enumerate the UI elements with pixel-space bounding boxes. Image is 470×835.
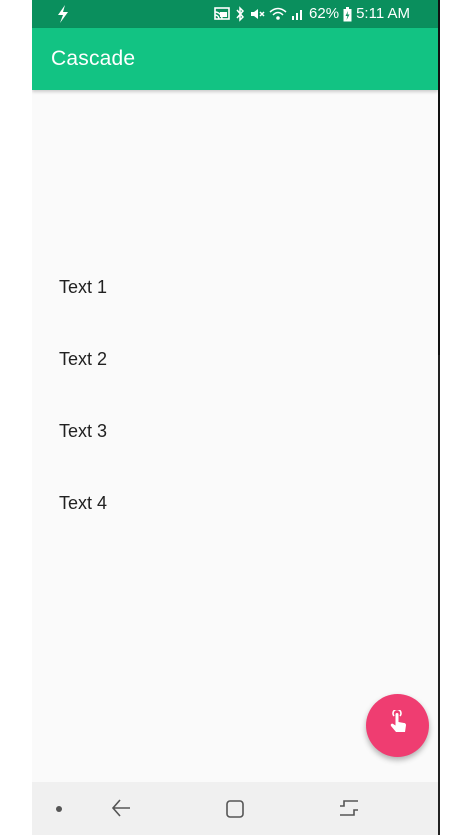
list-item: Text 1 [59,277,108,297]
signal-icon [291,6,305,22]
cast-icon [213,6,231,22]
phone-screen: 62% 5:11 AM Cascade Text 1 Text 2 Text 3… [32,0,438,835]
app-title: Cascade [51,47,136,70]
wifi-icon [269,6,287,22]
text-list: Text 1 Text 2 Text 3 Text 4 [59,276,107,564]
back-icon[interactable] [110,797,132,824]
device-edge [438,0,440,355]
battery-icon [343,6,352,22]
battery-percent: 62% [309,5,340,22]
flash-icon [56,4,76,24]
status-icons: 62% 5:11 AM [213,4,410,24]
list-item: Text 2 [59,349,108,369]
touch-fab-button[interactable] [366,694,429,757]
list-item: Text 4 [59,493,108,513]
list-item: Text 3 [59,421,108,441]
status-bar: 62% 5:11 AM [32,0,438,28]
app-bar: Cascade [32,28,438,90]
navigation-bar [32,782,438,835]
mute-icon [249,6,265,22]
device-edge [438,355,440,835]
home-icon[interactable] [225,799,245,824]
clock: 5:11 AM [356,5,410,22]
nav-dot-icon [56,806,62,812]
recents-icon[interactable] [338,798,360,823]
bluetooth-icon [235,6,245,22]
touch-icon [386,708,410,741]
